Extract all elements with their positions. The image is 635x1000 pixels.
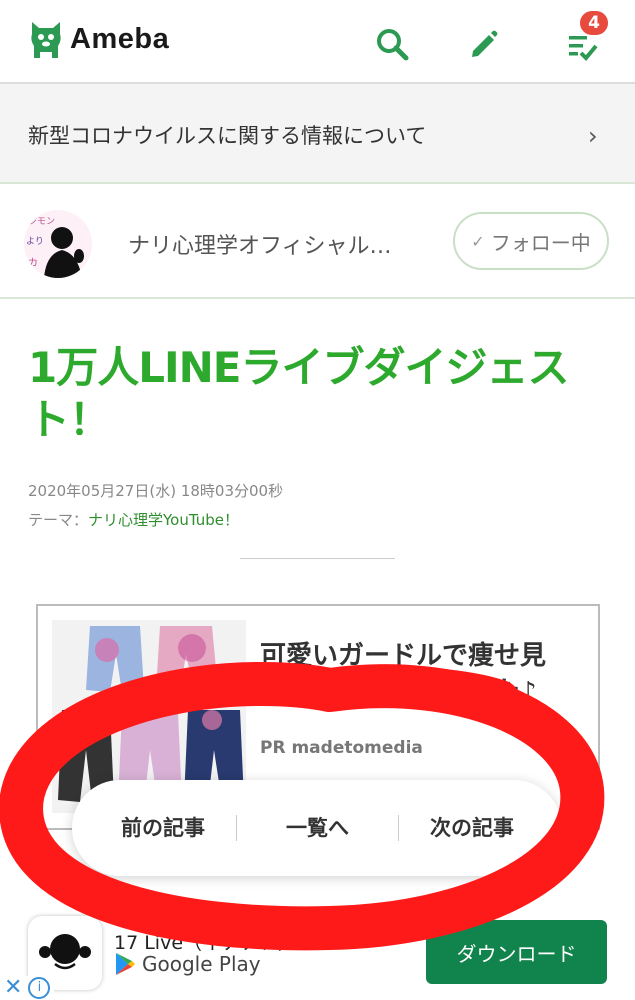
google-play-icon [116, 953, 135, 975]
check-icon: ✓ [471, 231, 485, 251]
prev-article-button[interactable]: 前の記事 [121, 812, 205, 842]
ad-choices[interactable]: ✕ i [0, 975, 54, 1000]
theme-link[interactable]: ナリ心理学YouTube！ [88, 511, 239, 529]
chevron-right-icon: › [588, 122, 598, 150]
ad-sponsor: PR madetomedia [260, 738, 423, 758]
search-button[interactable] [370, 22, 414, 66]
notice-text[interactable]: 新型コロナウイルスに関する情報について [28, 120, 426, 150]
write-button[interactable] [462, 22, 506, 66]
google-play-badge: Google Play [114, 952, 261, 976]
notification-badge: 4 [578, 9, 610, 37]
article-date: 2020年05月27日(水) 18時03分00秒 [28, 482, 284, 500]
article-list-button[interactable]: 一覧へ [286, 812, 349, 842]
divider [240, 558, 395, 559]
logo-text: Ameba [70, 22, 170, 55]
theme-label: テーマ： [28, 511, 89, 529]
nav-separator [236, 815, 237, 841]
pencil-icon [472, 30, 498, 57]
download-button[interactable]: ダウンロード [426, 920, 607, 984]
ameba-logo-icon [31, 22, 61, 58]
silhouette-icon: ジモン より カ [24, 210, 92, 278]
blog-name[interactable]: ナリ心理学オフィシャル… [128, 228, 392, 260]
close-icon[interactable]: ✕ [4, 975, 22, 1000]
blog-avatar[interactable]: ジモン より カ [24, 210, 92, 278]
next-article-button[interactable]: 次の記事 [430, 812, 514, 842]
store-name: Google Play [142, 952, 261, 976]
article-title: 1万人LINEライブダイジェスト！ [28, 343, 569, 444]
info-icon[interactable]: i [28, 976, 51, 999]
svg-text:より: より [26, 236, 44, 247]
follow-button[interactable]: ✓ フォロー中 [453, 212, 609, 270]
search-icon [377, 29, 409, 61]
article-theme: テーマ：ナリ心理学YouTube！ [28, 509, 239, 530]
app-name: 17 Live（イチナナ） [114, 932, 298, 954]
ad-title[interactable]: 可愛いガードルで痩せ見え！スキニーも履けた♪ [260, 638, 585, 710]
ameba-logo[interactable]: Ameba [28, 18, 169, 60]
nav-separator [398, 815, 399, 841]
follow-label: フォロー中 [490, 230, 591, 255]
